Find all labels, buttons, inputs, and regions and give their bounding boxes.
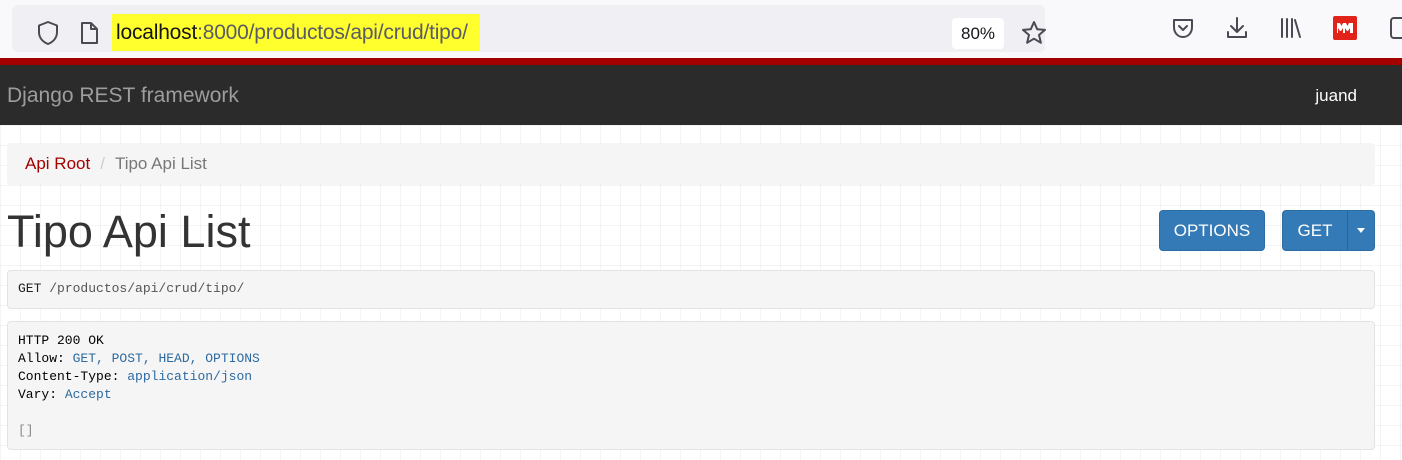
header-key: Vary: — [18, 387, 58, 402]
breadcrumb-current: Tipo Api List — [114, 154, 207, 173]
response-header: Content-Type: application/json — [18, 368, 1364, 386]
zoom-level-button[interactable]: 80% — [952, 18, 1004, 49]
user-menu[interactable]: juand — [1315, 86, 1357, 106]
response-blank-line — [18, 404, 1364, 422]
navbar-brand[interactable]: Django REST framework — [7, 84, 239, 108]
response-body: [] — [18, 423, 34, 438]
get-button[interactable]: GET — [1282, 210, 1348, 251]
pocket-icon[interactable] — [1170, 15, 1196, 41]
page-icon[interactable] — [78, 20, 100, 46]
page-title: Tipo Api List — [7, 206, 251, 257]
response-status: HTTP 200 OK — [18, 333, 104, 348]
extension-icon[interactable] — [1332, 15, 1358, 41]
caret-down-icon — [1357, 228, 1365, 233]
get-format-dropdown[interactable] — [1347, 210, 1375, 251]
browser-toolbar: localhost:8000/productos/api/crud/tipo/ … — [0, 0, 1402, 58]
download-icon[interactable] — [1224, 15, 1250, 41]
response-header: Vary: Accept — [18, 386, 1364, 404]
header-key: Allow: — [18, 351, 65, 366]
navbar: Django REST framework juand — [0, 65, 1402, 125]
breadcrumb: Api Root / Tipo Api List — [7, 143, 1375, 185]
shield-icon[interactable] — [36, 20, 60, 46]
request-path: /productos/api/crud/tipo/ — [49, 281, 245, 296]
options-button[interactable]: OPTIONS — [1159, 210, 1265, 251]
request-info: GET /productos/api/crud/tipo/ — [7, 270, 1375, 309]
url-bar[interactable]: localhost:8000/productos/api/crud/tipo/ … — [12, 5, 1048, 52]
header-value: Accept — [64, 387, 112, 402]
breadcrumb-separator: / — [100, 154, 105, 173]
url-path: :8000/productos/api/crud/tipo/ — [197, 20, 468, 44]
star-icon[interactable] — [1020, 19, 1048, 47]
library-icon[interactable] — [1278, 15, 1304, 41]
header-value: GET, POST, HEAD, OPTIONS — [72, 351, 260, 366]
sidebar-icon[interactable] — [1388, 15, 1402, 41]
header-key: Content-Type: — [18, 369, 120, 384]
navbar-accent-line — [0, 58, 1402, 65]
response-info: HTTP 200 OK Allow: GET, POST, HEAD, OPTI… — [7, 321, 1375, 450]
response-header: Allow: GET, POST, HEAD, OPTIONS — [18, 350, 1364, 368]
breadcrumb-link-api-root[interactable]: Api Root — [25, 154, 90, 174]
url-text-highlight[interactable]: localhost:8000/productos/api/crud/tipo/ — [112, 14, 480, 51]
header-value: application/json — [127, 369, 253, 384]
request-method: GET — [18, 281, 42, 296]
url-text[interactable]: localhost:8000/productos/api/crud/tipo/ — [116, 21, 468, 45]
url-host: localhost — [116, 20, 198, 44]
